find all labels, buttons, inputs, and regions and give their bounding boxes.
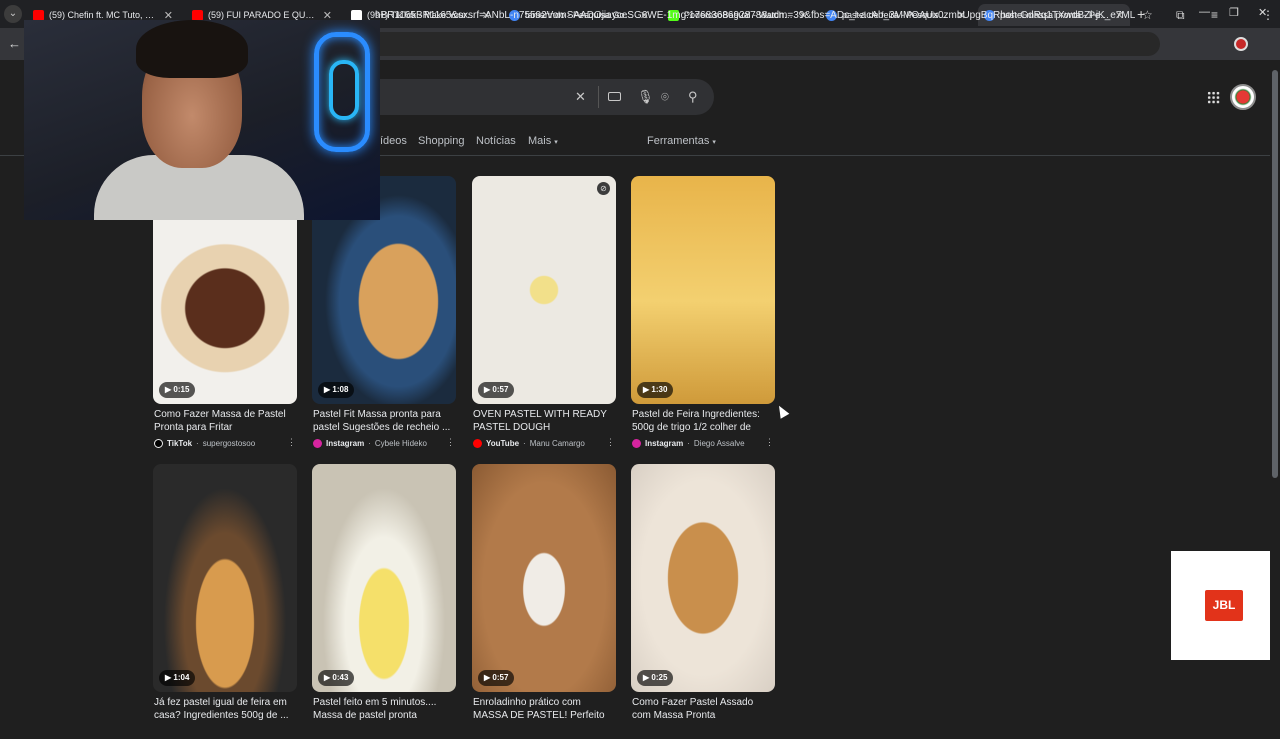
search-icon[interactable]: ⚲ [688,89,698,105]
bookmark-star-icon[interactable]: ☆ [1142,8,1153,22]
tiktok-icon [154,438,163,448]
tab-title: (59) Chefin ft. MC Tuto, Boladin [49,10,159,20]
video-result-card[interactable]: ▶ 1:30 Pastel de Feira Ingredientes: 500g… [631,176,776,451]
instagram-icon [632,438,641,448]
video-title[interactable]: Como Fazer Pastel Assado com Massa Pront… [632,697,772,722]
profile-avatar-small[interactable] [1234,37,1248,51]
video-result-card[interactable]: ▶ 1:04 Já fez pastel igual de feira em ca… [153,464,298,739]
video-duration-badge: ▶ 1:30 [637,382,674,398]
video-title[interactable]: Pastel feito em 5 minutos.... Massa de p… [313,697,453,722]
media-control-icon[interactable]: ≡ [1211,8,1218,22]
clear-search-icon[interactable]: ✕ [575,89,586,105]
video-duration-badge: ▶ 0:25 [637,670,674,686]
video-source: Instagram · Cybele Hideko [313,437,453,449]
video-duration: 0:57 [492,385,509,394]
more-options-icon[interactable]: ⋮ [765,437,774,448]
scrollbar-thumb[interactable] [1272,70,1278,478]
tools-dropdown-icon: ▾ [712,139,716,146]
source-separator: · [368,438,371,448]
webcam-overlay [24,20,380,220]
streamer-hair [136,20,248,78]
video-thumbnail[interactable]: ▶ 0:43 [312,464,456,692]
source-platform: Instagram [645,438,684,448]
video-duration-badge: ▶ 0:43 [318,670,355,686]
tab-news[interactable]: Notícias [476,135,516,147]
url-text[interactable]: hBR1165BR1165&sxsrf=ANbL-n75592VomSAADOj… [375,10,1135,21]
source-platform: YouTube [486,438,520,448]
search-divider [598,86,599,108]
restore-window-button[interactable]: ❐ [1229,6,1239,19]
youtube-icon [192,9,203,21]
youtube-icon [473,438,482,448]
tab-search-button[interactable]: ⌄ [4,5,22,23]
video-result-card[interactable]: ▶ 0:25 Como Fazer Pastel Assado com Massa… [631,464,776,739]
keyboard-icon[interactable] [608,92,621,101]
video-duration-badge: ▶ 1:04 [159,670,196,686]
tab-title: (59) FUI PARADO E QUESTIONA [208,10,318,20]
tab-videos[interactable]: ídeos [380,135,407,147]
video-source: TikTok · supergostosoo [154,437,294,449]
youtube-icon [33,9,44,21]
more-options-icon[interactable]: ⋮ [287,437,296,448]
video-title[interactable]: Já fez pastel igual de feira em casa? In… [154,697,294,722]
more-label: Mais [528,135,552,147]
jbl-logo: JBL [1205,590,1243,621]
video-duration: 0:43 [332,673,349,682]
neon-light-decoration-inner [329,60,359,120]
video-title[interactable]: Pastel Fit Massa pronta para pastel Suge… [313,409,453,434]
lens-camera-icon[interactable]: ⌾ [661,89,669,105]
video-result-card[interactable]: ▶ 0:57 ⊘ OVEN PASTEL WITH READY PASTEL DOU… [472,176,617,451]
video-duration: 1:30 [651,385,668,394]
minimize-window-button[interactable]: — [1199,6,1210,18]
video-duration-badge: ▶ 0:57 [478,382,515,398]
video-duration: 0:15 [173,385,190,394]
video-source: Instagram · Diego Assalve [632,437,772,449]
video-title[interactable]: Como Fazer Massa de Pastel Pronta para F… [154,409,294,434]
microphone-icon[interactable]: 🎙 [637,89,654,105]
video-title[interactable]: Enroladinho prático com MASSA DE PASTEL!… [473,697,613,722]
video-thumbnail[interactable]: ▶ 1:30 [631,176,775,404]
video-thumbnail[interactable]: ▶ 0:57 [472,464,616,692]
video-duration: 0:57 [492,673,509,682]
video-thumbnail[interactable]: ▶ 0:57 ⊘ [472,176,616,404]
tab-more[interactable]: Mais ▾ [528,135,558,147]
tab-shopping[interactable]: Shopping [418,135,465,147]
instagram-icon [313,438,322,448]
more-options-icon[interactable]: ⋮ [446,437,455,448]
video-duration: 0:25 [651,673,668,682]
address-bar[interactable] [360,32,1160,56]
account-avatar[interactable] [1230,84,1256,110]
video-thumbnail[interactable]: ▶ 1:04 [153,464,297,692]
more-dropdown-icon: ▾ [554,139,558,146]
back-arrow-icon[interactable]: ← [8,36,21,51]
video-duration: 1:08 [332,385,349,394]
tools-button[interactable]: Ferramentas ▾ [647,135,716,147]
browser-menu-icon[interactable]: ⋮ [1262,8,1274,22]
tools-label: Ferramentas [647,135,710,147]
more-options-icon[interactable]: ⋮ [606,437,615,448]
video-duration: 1:04 [173,673,190,682]
extensions-icon[interactable]: ⧉ [1176,8,1185,23]
tiktok-icon [351,9,362,21]
lock-icon: ⊘ [597,182,610,195]
video-title[interactable]: Pastel de Feira Ingredientes: 500g de tr… [632,409,772,434]
video-result-card[interactable]: ▶ 0:43 Pastel feito em 5 minutos.... Mass… [312,464,457,739]
video-thumbnail[interactable]: ▶ 0:25 [631,464,775,692]
source-separator: · [196,438,199,448]
source-separator: · [523,438,526,448]
source-platform: TikTok [167,438,193,448]
video-source: YouTube · Manu Camargo [473,437,613,449]
video-duration-badge: ▶ 1:08 [318,382,355,398]
source-separator: · [687,438,690,448]
video-duration-badge: ▶ 0:57 [478,670,515,686]
google-apps-icon[interactable] [1207,91,1220,104]
source-author: Diego Assalve [693,438,745,448]
source-author: Cybele Hideko [374,438,427,448]
source-platform: Instagram [326,438,365,448]
video-title[interactable]: OVEN PASTEL WITH READY PASTEL DOUGH [473,409,613,434]
source-author: Manu Camargo [529,438,585,448]
video-duration-badge: ▶ 0:15 [159,382,196,398]
video-result-card[interactable]: ▶ 0:57 Enroladinho prático com MASSA DE P… [472,464,617,739]
source-author: supergostosoo [202,438,256,448]
